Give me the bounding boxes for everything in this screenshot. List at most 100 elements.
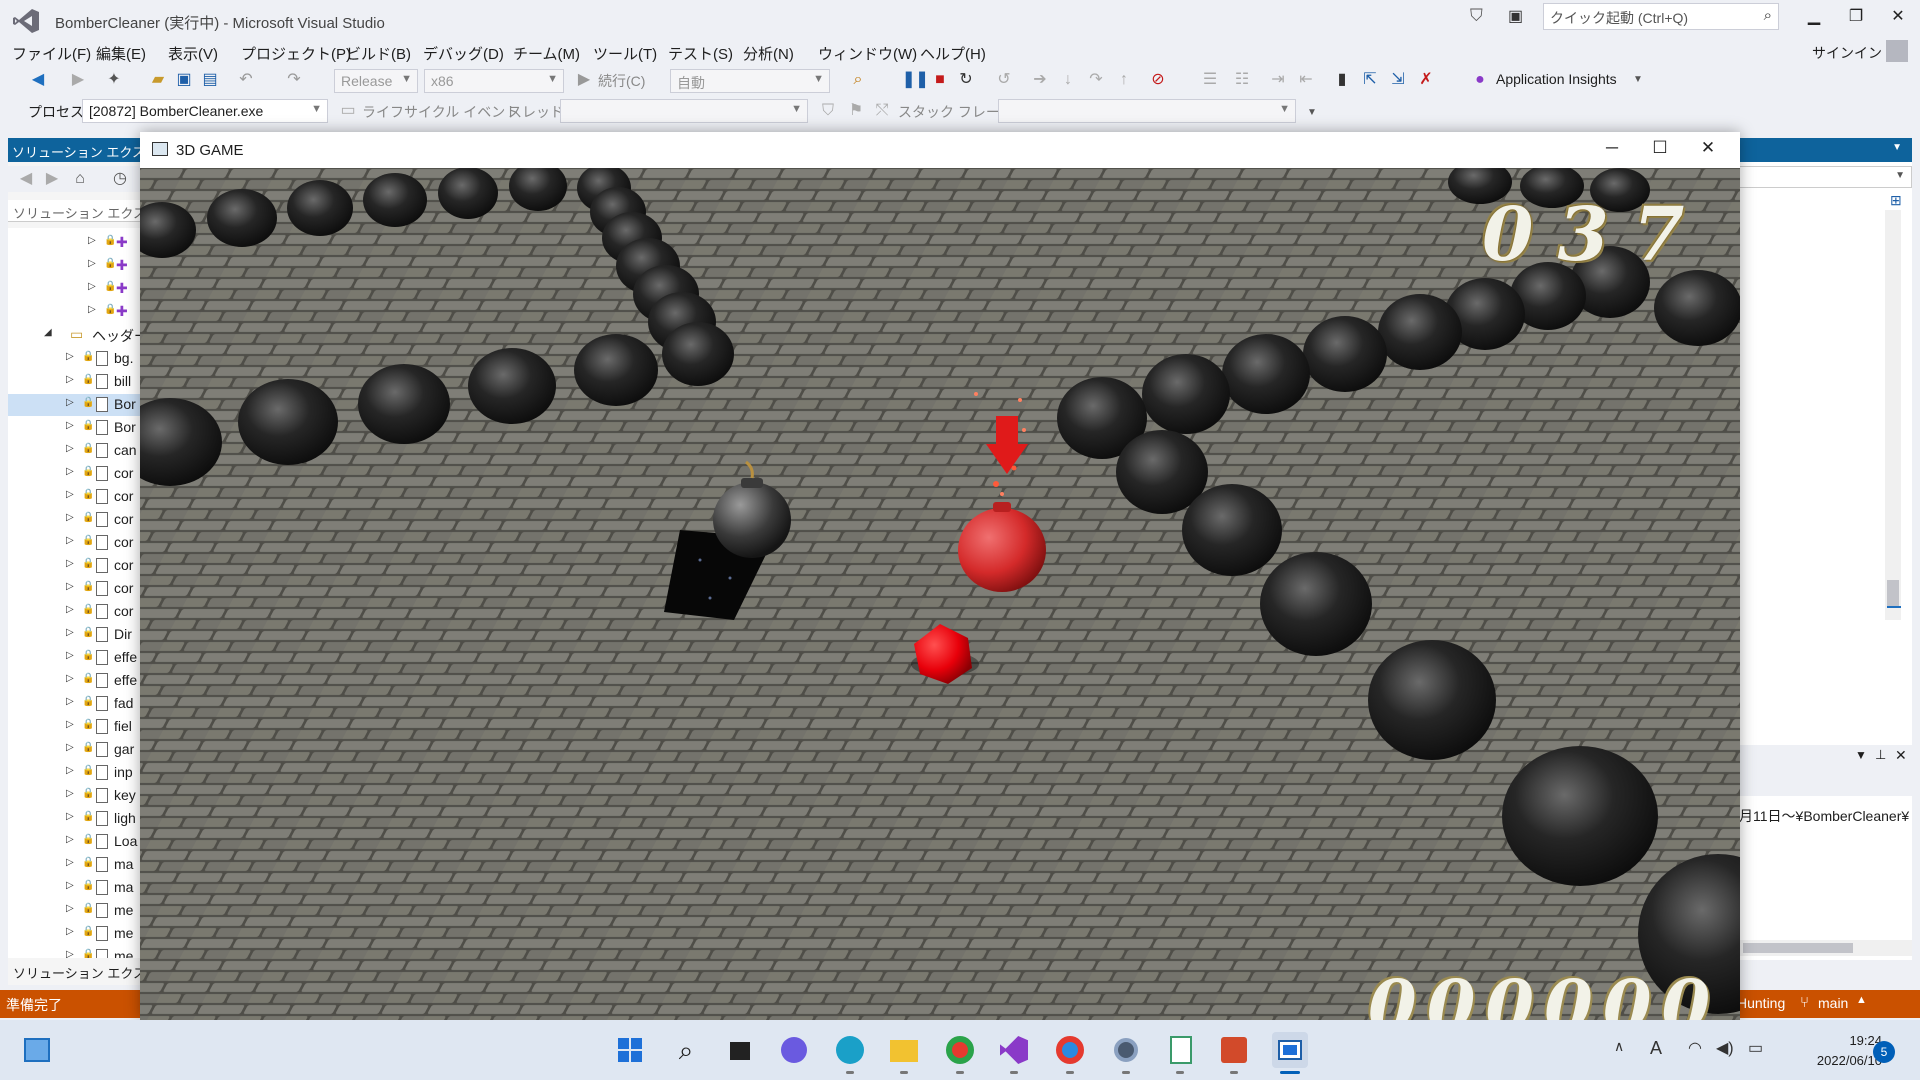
- outdent-icon[interactable]: ⇤: [1296, 70, 1316, 90]
- indent-icon[interactable]: ⇥: [1268, 70, 1288, 90]
- menu-test[interactable]: テスト(S): [668, 43, 733, 64]
- auto-dropdown[interactable]: 自動 ▼: [670, 69, 830, 93]
- expand-icon[interactable]: ▷: [66, 397, 74, 408]
- save-all-icon[interactable]: ▤: [200, 70, 220, 90]
- expand-icon[interactable]: ▷: [66, 765, 74, 776]
- start-icon[interactable]: [612, 1032, 648, 1068]
- tree-file-item[interactable]: ▷ 🔒 gar: [8, 739, 140, 761]
- back-icon[interactable]: ◀: [28, 70, 48, 90]
- menu-tools[interactable]: ツール(T): [593, 43, 657, 64]
- close-icon[interactable]: ✕: [1895, 747, 1907, 764]
- thread-dropdown[interactable]: ▼: [560, 99, 808, 123]
- new-project-icon[interactable]: ✦: [104, 70, 124, 90]
- forward-icon[interactable]: ▶: [42, 169, 62, 189]
- menu-team[interactable]: チーム(M): [513, 43, 580, 64]
- step-over-icon[interactable]: ↷: [1086, 70, 1106, 90]
- open-file-icon[interactable]: ▰: [148, 70, 168, 90]
- pin-icon[interactable]: ⊥: [1875, 747, 1886, 763]
- expand-icon[interactable]: ▷: [66, 719, 74, 730]
- tree-file-item[interactable]: ▷ 🔒 Loa: [8, 831, 140, 853]
- forward-icon[interactable]: ▶: [68, 70, 88, 90]
- solution-explorer-bottom-tab[interactable]: ソリューション エクスプローラー: [8, 958, 140, 984]
- powerpoint-icon[interactable]: [1216, 1032, 1252, 1074]
- chat-icon[interactable]: [776, 1032, 812, 1068]
- tree-item[interactable]: ▷ 🔒 ✚: [8, 278, 140, 300]
- volume-icon[interactable]: ◀): [1716, 1038, 1734, 1058]
- tree-file-item[interactable]: ▷ 🔒 bill: [8, 371, 140, 393]
- signin-link[interactable]: サインイン: [1812, 43, 1882, 63]
- close-button[interactable]: ✕: [1688, 138, 1728, 162]
- file-explorer-icon[interactable]: [886, 1032, 922, 1074]
- expand-icon[interactable]: ▷: [88, 281, 96, 292]
- chevron-down-icon[interactable]: ▼: [1628, 70, 1648, 90]
- continue-icon[interactable]: ▶: [574, 70, 594, 90]
- restart-icon[interactable]: ↻: [956, 70, 976, 90]
- home-icon[interactable]: ⌂: [70, 169, 90, 189]
- tree-file-item[interactable]: ▷ 🔒 Bor: [8, 394, 140, 416]
- clear-bookmarks-icon[interactable]: ✗: [1416, 70, 1436, 90]
- expand-icon[interactable]: ▷: [88, 304, 96, 315]
- collapse-icon[interactable]: ◢: [44, 327, 52, 338]
- tree-file-item[interactable]: ▷ 🔒 cor: [8, 509, 140, 531]
- expand-icon[interactable]: ▷: [66, 834, 74, 845]
- menu-help[interactable]: ヘルプ(H): [920, 43, 986, 64]
- tree-folder-headers[interactable]: ◢ ▭ ヘッダー ファイル: [8, 324, 140, 346]
- tree-file-item[interactable]: ▷ 🔒 ma: [8, 854, 140, 876]
- flag-threads-icon[interactable]: ⚑: [846, 101, 866, 121]
- bookmark-icon[interactable]: ▮: [1332, 70, 1352, 90]
- undo-icon[interactable]: ↶: [236, 70, 256, 90]
- lifecycle-events-button[interactable]: ライフサイクル イベント: [362, 102, 519, 122]
- expand-icon[interactable]: ▷: [66, 512, 74, 523]
- edge-browser-icon[interactable]: [832, 1032, 868, 1074]
- menu-edit[interactable]: 編集(E): [96, 43, 146, 64]
- save-icon[interactable]: ▣: [174, 70, 194, 90]
- tree-file-item[interactable]: ▷ 🔒 Dir: [8, 624, 140, 646]
- platform-dropdown[interactable]: x86 ▼: [424, 69, 564, 93]
- clock-date[interactable]: 2022/06/10: [1785, 1053, 1882, 1068]
- expand-icon[interactable]: ▷: [66, 604, 74, 615]
- chevron-up-icon[interactable]: ▲: [1856, 994, 1867, 1006]
- branch-name[interactable]: main: [1818, 995, 1848, 1011]
- redo-icon[interactable]: ↷: [284, 70, 304, 90]
- tree-item[interactable]: ▷ 🔒 ✚: [8, 301, 140, 323]
- quick-launch-input[interactable]: クイック起動 (Ctrl+Q) ⌕: [1543, 3, 1779, 30]
- expand-icon[interactable]: ▷: [88, 258, 96, 269]
- wifi-icon[interactable]: ◠: [1688, 1038, 1702, 1058]
- continue-button[interactable]: 続行(C): [598, 71, 645, 91]
- expand-icon[interactable]: ▷: [66, 880, 74, 891]
- expand-icon[interactable]: ▷: [66, 742, 74, 753]
- menu-build[interactable]: ビルド(B): [346, 43, 411, 64]
- tree-file-item[interactable]: ▷ 🔒 cor: [8, 486, 140, 508]
- hot-reload-icon[interactable]: ↺: [994, 70, 1014, 90]
- comment-icon[interactable]: ☰: [1200, 70, 1220, 90]
- tree-file-item[interactable]: ▷ 🔒 inp: [8, 762, 140, 784]
- tree-file-item[interactable]: ▷ 🔒 cor: [8, 532, 140, 554]
- breakpoint-toggle-icon[interactable]: ⊘: [1148, 70, 1168, 90]
- step-out-icon[interactable]: ↑: [1114, 70, 1134, 90]
- split-icon[interactable]: ⊞: [1890, 192, 1902, 209]
- close-button[interactable]: ✕: [1880, 6, 1916, 30]
- task-view-icon[interactable]: [722, 1032, 758, 1068]
- expand-icon[interactable]: ▷: [66, 903, 74, 914]
- tree-file-item[interactable]: ▷ 🔒 cor: [8, 555, 140, 577]
- expand-icon[interactable]: ▷: [66, 857, 74, 868]
- tree-file-item[interactable]: ▷ 🔒 ma: [8, 877, 140, 899]
- visual-studio-icon[interactable]: [996, 1032, 1032, 1074]
- tree-file-item[interactable]: ▷ 🔒 bg.: [8, 348, 140, 370]
- clock-time[interactable]: 19:24: [1812, 1033, 1882, 1048]
- game-viewport[interactable]: 037 000000: [140, 168, 1740, 1020]
- tree-file-item[interactable]: ▷ 🔒 Bor: [8, 417, 140, 439]
- filter-threads-icon[interactable]: ⛉: [818, 101, 838, 121]
- back-icon[interactable]: ◀: [16, 169, 36, 189]
- find-icon[interactable]: ⌕: [848, 70, 868, 90]
- output-hscrollbar[interactable]: [1739, 940, 1912, 956]
- lightbulb-icon[interactable]: ●: [1470, 70, 1490, 90]
- widgets-icon[interactable]: [20, 1032, 56, 1068]
- expand-icon[interactable]: ▷: [88, 235, 96, 246]
- tree-file-item[interactable]: ▷ 🔒 cor: [8, 601, 140, 623]
- battery-icon[interactable]: ▭: [1748, 1038, 1763, 1058]
- filter-icon[interactable]: ⛉: [1470, 6, 1492, 28]
- menu-file[interactable]: ファイル(F): [12, 43, 91, 64]
- application-insights-button[interactable]: Application Insights: [1496, 71, 1617, 87]
- process-dropdown[interactable]: [20872] BomberCleaner.exe ▼: [82, 99, 328, 123]
